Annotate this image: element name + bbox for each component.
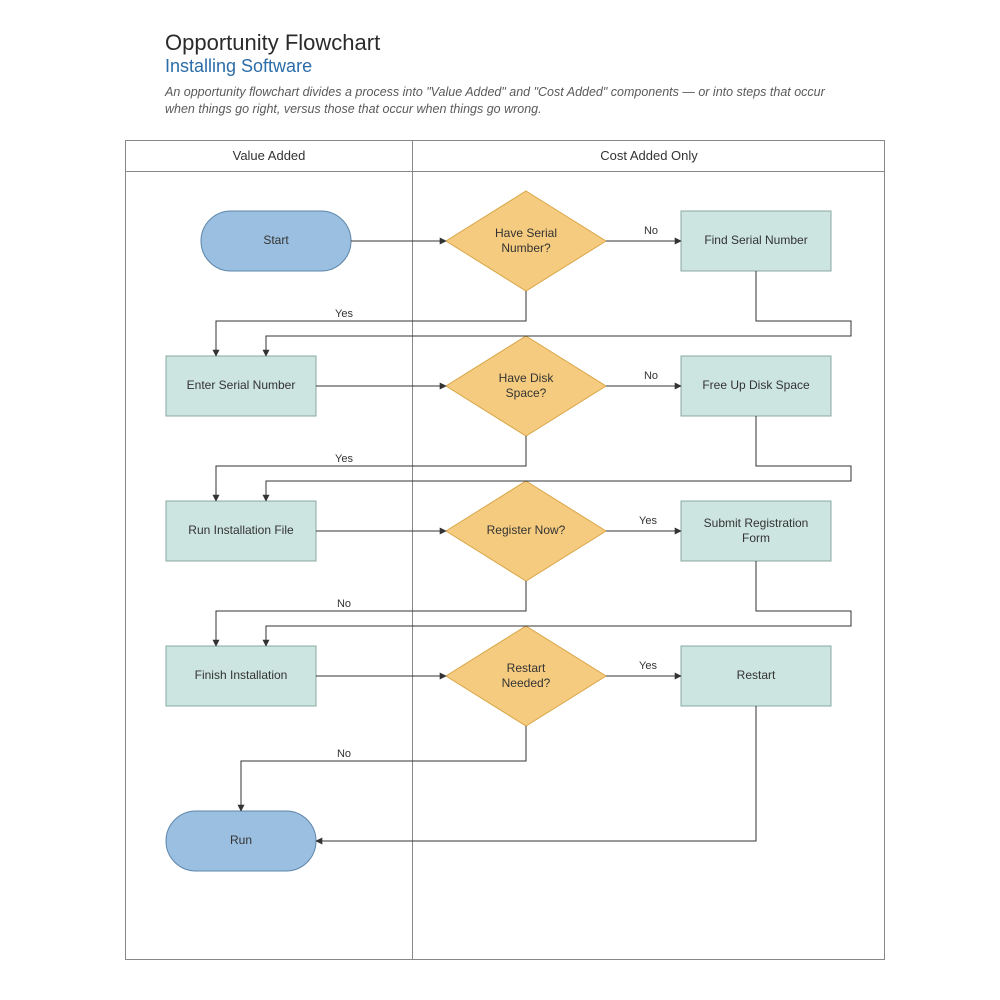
page-title: Opportunity Flowchart <box>165 30 380 56</box>
flowchart-canvas: Start Have Serial Number? Find Serial Nu… <box>126 171 884 959</box>
node-decision-register-label: Register Now? <box>487 523 566 537</box>
edge-restart-to-run <box>316 706 756 841</box>
edge-serial-no-label: No <box>644 225 658 237</box>
edge-restart-no-label: No <box>337 748 351 760</box>
node-decision-disk-label-2: Space? <box>506 386 547 400</box>
node-free-disk-label: Free Up Disk Space <box>702 378 810 392</box>
edge-restart-no <box>241 726 526 811</box>
node-run-install-label: Run Installation File <box>188 523 294 537</box>
edge-disk-yes <box>216 436 526 501</box>
edge-register-yes-label: Yes <box>639 515 657 527</box>
node-decision-restart: Restart Needed? <box>446 626 606 726</box>
lane-header-cost-added: Cost Added Only <box>413 141 885 171</box>
edge-serial-yes <box>216 291 526 356</box>
page: Opportunity Flowchart Installing Softwar… <box>0 0 1000 1000</box>
node-start-label: Start <box>263 233 289 247</box>
edge-serial-yes-label: Yes <box>335 308 353 320</box>
node-free-disk: Free Up Disk Space <box>681 356 831 416</box>
edge-submit-to-finish <box>266 561 851 646</box>
edge-disk-no-label: No <box>644 370 658 382</box>
node-decision-serial: Have Serial Number? <box>446 191 606 291</box>
node-run-label: Run <box>230 833 252 847</box>
node-decision-serial-label-2: Number? <box>501 241 551 255</box>
node-decision-register: Register Now? <box>446 481 606 581</box>
edge-register-no <box>216 581 526 646</box>
node-run-install: Run Installation File <box>166 501 316 561</box>
page-subtitle: Installing Software <box>165 56 312 77</box>
edge-find-to-enter <box>266 271 851 356</box>
flowchart-frame: Value Added Cost Added Only Start Have S… <box>125 140 885 960</box>
lane-header-row: Value Added Cost Added Only <box>126 141 884 172</box>
node-find-serial: Find Serial Number <box>681 211 831 271</box>
lane-header-value-added: Value Added <box>126 141 413 171</box>
edge-disk-yes-label: Yes <box>335 453 353 465</box>
node-enter-serial-label: Enter Serial Number <box>187 378 296 392</box>
node-restart: Restart <box>681 646 831 706</box>
page-description: An opportunity flowchart divides a proce… <box>165 84 845 118</box>
node-decision-disk-label-1: Have Disk <box>499 371 555 385</box>
node-finish-label: Finish Installation <box>195 668 288 682</box>
node-decision-disk: Have Disk Space? <box>446 336 606 436</box>
node-submit-reg-label-1: Submit Registration <box>704 516 809 530</box>
node-find-serial-label: Find Serial Number <box>704 233 807 247</box>
node-enter-serial: Enter Serial Number <box>166 356 316 416</box>
node-submit-reg-label-2: Form <box>742 531 770 545</box>
node-submit-reg: Submit Registration Form <box>681 501 831 561</box>
edge-free-to-run <box>266 416 851 501</box>
node-run: Run <box>166 811 316 871</box>
node-restart-label: Restart <box>737 668 776 682</box>
node-decision-restart-label-2: Needed? <box>502 676 551 690</box>
node-decision-serial-label-1: Have Serial <box>495 226 557 240</box>
node-finish: Finish Installation <box>166 646 316 706</box>
edge-restart-yes-label: Yes <box>639 660 657 672</box>
edge-register-no-label: No <box>337 598 351 610</box>
node-decision-restart-label-1: Restart <box>507 661 546 675</box>
node-start: Start <box>201 211 351 271</box>
